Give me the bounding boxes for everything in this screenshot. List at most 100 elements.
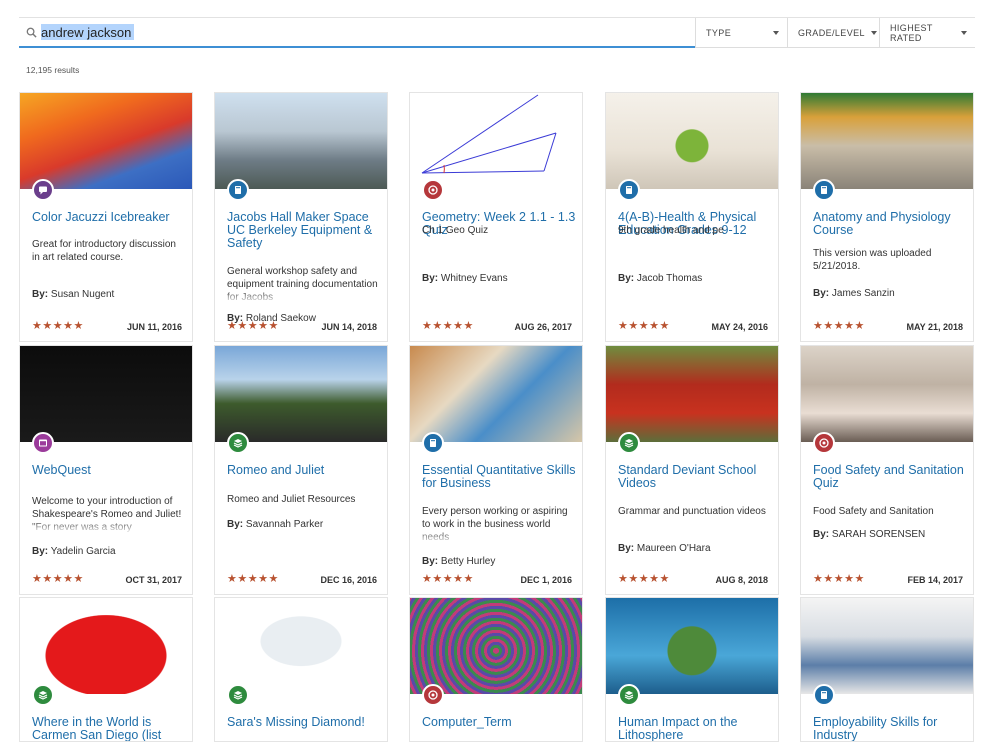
resource-card[interactable]: Anatomy and Physiology Course This versio… (800, 92, 974, 342)
results-count: 12,195 results (26, 65, 80, 75)
resource-type-badge (32, 432, 54, 454)
resource-card[interactable]: Human Impact on the Lithosphere (605, 597, 779, 742)
stack-icon (624, 691, 634, 700)
card-thumbnail[interactable] (410, 346, 582, 442)
resource-type-badge (227, 432, 249, 454)
card-thumbnail[interactable] (410, 598, 582, 694)
card-thumbnail[interactable] (215, 598, 387, 694)
chevron-down-icon (961, 30, 967, 35)
card-author: By: James Sanzin (813, 288, 895, 299)
author-prefix: By: (32, 546, 49, 557)
search-input[interactable] (41, 23, 681, 41)
chat-icon (39, 186, 47, 195)
resource-type-badge (618, 179, 640, 201)
author-name: Susan Nugent (48, 289, 115, 300)
grade-filter-label: GRADE/LEVEL (798, 27, 865, 38)
author-name: SARAH SORENSEN (829, 529, 926, 540)
card-thumbnail[interactable] (20, 598, 192, 694)
resource-type-badge (422, 179, 444, 201)
card-title[interactable]: Food Safety and Sanitation Quiz (813, 464, 967, 490)
search-bar: TYPE GRADE/LEVEL HIGHEST RATED (19, 17, 975, 48)
author-prefix: By: (422, 273, 439, 284)
resource-card[interactable]: Computer_Term (409, 597, 583, 742)
card-thumbnail[interactable] (20, 93, 192, 189)
card-thumbnail[interactable] (801, 598, 973, 694)
card-author: By: SARAH SORENSEN (813, 529, 925, 540)
card-title[interactable]: Employability Skills for Industry (813, 716, 967, 742)
resource-card[interactable]: Color Jacuzzi Icebreaker Great for introd… (19, 92, 193, 342)
card-title[interactable]: Anatomy and Physiology Course (813, 211, 967, 237)
card-title[interactable]: Computer_Term (422, 716, 576, 729)
resource-card[interactable]: Standard Deviant School Videos Grammar an… (605, 345, 779, 595)
resource-card[interactable]: Food Safety and Sanitation Quiz Food Safe… (800, 345, 974, 595)
resource-card[interactable]: Where in the World is Carmen San Diego (… (19, 597, 193, 742)
resource-card[interactable]: Essential Quantitative Skills for Busine… (409, 345, 583, 595)
card-title[interactable]: Where in the World is Carmen San Diego (… (32, 716, 186, 742)
card-description: General workshop safety and equipment tr… (227, 265, 381, 304)
card-author: By: Maureen O'Hara (618, 543, 711, 554)
description-fade (422, 530, 576, 544)
resource-card[interactable]: Jacobs Hall Maker Space UC Berkeley Equi… (214, 92, 388, 342)
resource-type-badge (422, 684, 444, 706)
resource-card[interactable]: Employability Skills for Industry (800, 597, 974, 742)
card-title[interactable]: Sara's Missing Diamond! (227, 716, 381, 729)
card-title[interactable]: Jacobs Hall Maker Space UC Berkeley Equi… (227, 211, 381, 250)
star-rating: ★★★★★ (422, 573, 474, 585)
target-icon (819, 438, 829, 448)
type-filter-dropdown[interactable]: TYPE (695, 18, 787, 48)
card-author: By: Betty Hurley (422, 556, 495, 567)
stack-icon (624, 439, 634, 448)
card-title[interactable]: Standard Deviant School Videos (618, 464, 772, 490)
card-title[interactable]: Color Jacuzzi Icebreaker (32, 211, 186, 224)
sort-dropdown[interactable]: HIGHEST RATED (879, 18, 975, 48)
card-date: DEC 1, 2016 (520, 575, 572, 585)
search-box[interactable] (19, 18, 695, 48)
resource-type-badge (422, 432, 444, 454)
resource-card[interactable]: Geometry: Week 2 1.1 - 1.3 Quiz Ch 1 Geo … (409, 92, 583, 342)
card-description: Welcome to your introduction of Shakespe… (32, 495, 186, 534)
author-name: Maureen O'Hara (634, 543, 711, 554)
resource-card[interactable]: Sara's Missing Diamond! (214, 597, 388, 742)
triangle-diagram (421, 94, 557, 174)
card-description: Food Safety and Sanitation (813, 506, 934, 517)
card-date: MAY 21, 2018 (906, 322, 963, 332)
stack-icon (233, 439, 243, 448)
author-name: Whitney Evans (438, 273, 508, 284)
card-date: AUG 8, 2018 (715, 575, 768, 585)
card-author: By: Susan Nugent (32, 289, 114, 300)
star-rating: ★★★★★ (227, 320, 279, 332)
star-rating: ★★★★★ (32, 320, 84, 332)
resource-card[interactable]: Romeo and Juliet Romeo and Juliet Resourc… (214, 345, 388, 595)
card-thumbnail[interactable] (606, 93, 778, 189)
book-icon (430, 439, 436, 447)
card-title[interactable]: WebQuest (32, 464, 186, 477)
resource-type-badge (618, 684, 640, 706)
card-thumbnail[interactable] (20, 346, 192, 442)
description-fade (227, 290, 381, 304)
resource-card[interactable]: 4(A-B)-Health & Physical Education Grade… (605, 92, 779, 342)
card-title[interactable]: Human Impact on the Lithosphere (618, 716, 772, 742)
card-description: Romeo and Juliet Resources (227, 494, 356, 505)
star-rating: ★★★★★ (618, 320, 670, 332)
card-thumbnail[interactable] (801, 346, 973, 442)
star-rating: ★★★★★ (813, 573, 865, 585)
card-author: By: Jacob Thomas (618, 273, 702, 284)
sort-label: HIGHEST RATED (890, 22, 933, 43)
book-icon (626, 186, 632, 194)
card-thumbnail[interactable] (215, 93, 387, 189)
card-title[interactable]: Romeo and Juliet (227, 464, 381, 477)
card-thumbnail[interactable] (215, 346, 387, 442)
card-thumbnail[interactable] (606, 598, 778, 694)
card-thumbnail[interactable] (801, 93, 973, 189)
type-filter-label: TYPE (706, 27, 732, 38)
star-rating: ★★★★★ (618, 573, 670, 585)
card-title[interactable]: Essential Quantitative Skills for Busine… (422, 464, 576, 490)
resource-card[interactable]: WebQuest Welcome to your introduction of … (19, 345, 193, 595)
author-name: Savannah Parker (243, 519, 324, 530)
grade-level-filter-dropdown[interactable]: GRADE/LEVEL (787, 18, 879, 48)
resource-type-badge (813, 432, 835, 454)
author-name: James Sanzin (829, 288, 895, 299)
card-thumbnail[interactable] (606, 346, 778, 442)
card-thumbnail[interactable] (410, 93, 582, 189)
card-date: JUN 11, 2016 (126, 322, 182, 332)
